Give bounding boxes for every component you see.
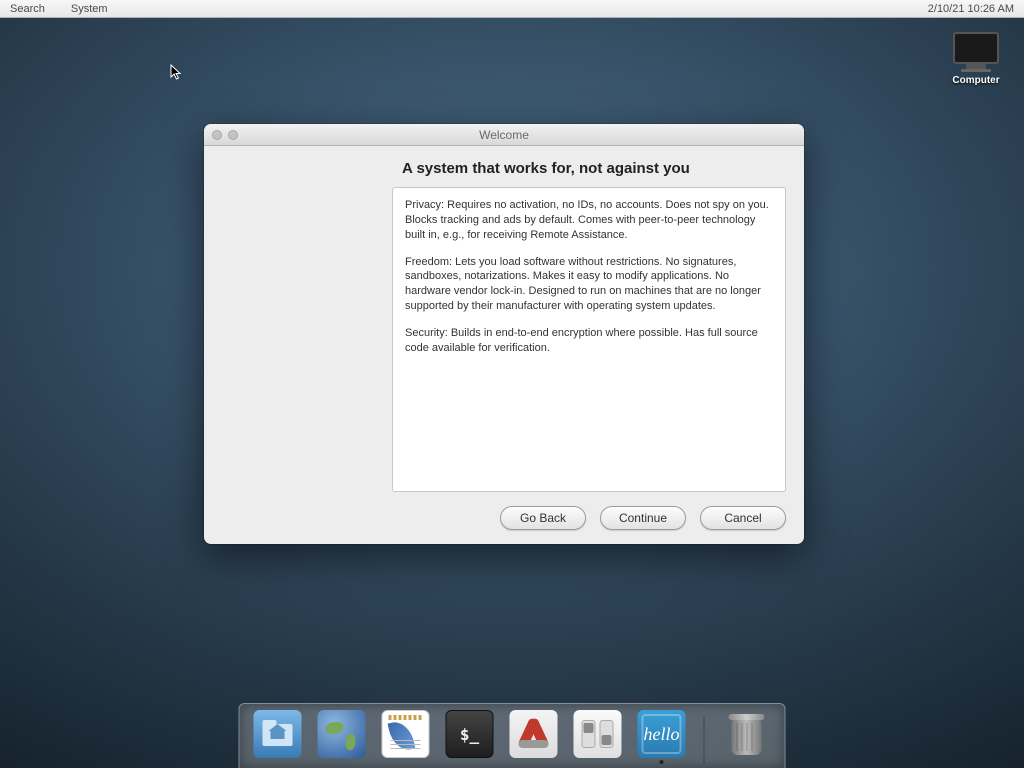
window-body: A system that works for, not against you… (204, 146, 804, 544)
go-back-button[interactable]: Go Back (500, 506, 586, 530)
welcome-heading: A system that works for, not against you (222, 156, 786, 187)
welcome-paragraph: Privacy: Requires no activation, no IDs,… (405, 198, 773, 243)
welcome-paragraph: Freedom: Lets you load software without … (405, 255, 773, 314)
dock-separator (704, 716, 705, 764)
desktop-computer-icon[interactable]: Computer (946, 32, 1006, 86)
button-row: Go Back Continue Cancel (222, 492, 786, 530)
welcome-left-pane (222, 187, 392, 492)
monitor-icon (953, 32, 999, 64)
dock-hello-icon[interactable]: hello (638, 710, 686, 764)
mouse-cursor-icon (170, 64, 184, 82)
welcome-text-box: Privacy: Requires no activation, no IDs,… (392, 187, 786, 492)
window-titlebar[interactable]: Welcome (204, 124, 804, 146)
dock: $_ hello (239, 703, 786, 768)
terminal-prompt-icon: $_ (460, 725, 479, 744)
dock-editor-icon[interactable] (382, 710, 430, 764)
desktop-computer-label: Computer (952, 75, 999, 86)
dock-terminal-icon[interactable]: $_ (446, 710, 494, 764)
running-indicator-icon (660, 760, 664, 764)
dock-preferences-icon[interactable] (574, 710, 622, 764)
window-title: Welcome (204, 128, 804, 142)
hello-text-icon: hello (644, 724, 680, 745)
dock-web-icon[interactable] (318, 710, 366, 764)
menu-datetime[interactable]: 2/10/21 10:26 AM (928, 3, 1014, 15)
continue-button[interactable]: Continue (600, 506, 686, 530)
dock-files-icon[interactable] (254, 710, 302, 764)
welcome-window: Welcome A system that works for, not aga… (204, 124, 804, 544)
menu-bar: Search System 2/10/21 10:26 AM (0, 0, 1024, 18)
cancel-button[interactable]: Cancel (700, 506, 786, 530)
dock-trash-icon[interactable] (723, 710, 771, 764)
welcome-paragraph: Security: Builds in end-to-end encryptio… (405, 326, 773, 356)
dock-utilities-icon[interactable] (510, 710, 558, 764)
menu-search[interactable]: Search (10, 3, 45, 15)
menu-system[interactable]: System (71, 3, 108, 15)
